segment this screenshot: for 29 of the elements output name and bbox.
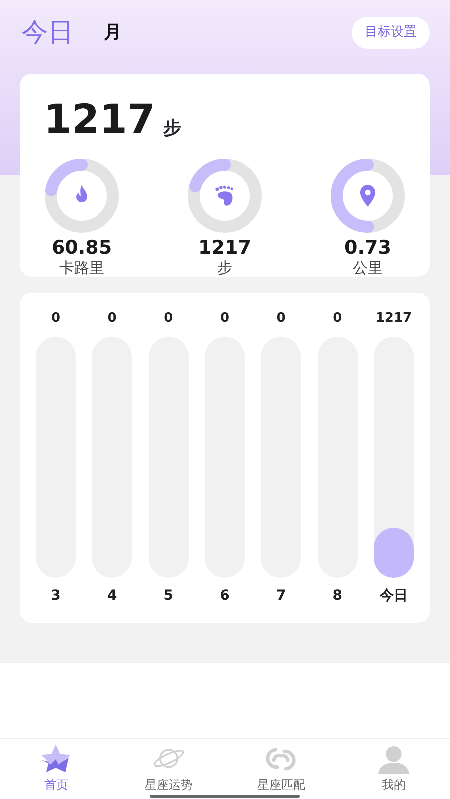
bar-value: 0 (220, 310, 230, 328)
stat-label: 卡路里 (60, 258, 104, 277)
nav-tab[interactable]: 星座运势 (112, 739, 225, 795)
date-tab[interactable]: 今日 (22, 20, 74, 46)
day-label: 3 (51, 587, 61, 606)
stat-value: 0.73 (344, 238, 392, 259)
nav-tab[interactable]: 我的 (338, 739, 450, 795)
step-count: 1217 (44, 96, 156, 145)
goal-settings-button[interactable]: 目标设置 (352, 17, 430, 49)
stat-label: 公里 (353, 258, 383, 277)
bar-value: 0 (333, 310, 342, 328)
date-tab[interactable]: 月 (104, 24, 122, 42)
day-label: 6 (220, 587, 230, 606)
step-unit: 步 (163, 117, 182, 141)
stat-label: 步 (218, 258, 232, 277)
day-label: 5 (164, 587, 174, 606)
bar-value: 0 (276, 310, 286, 328)
day-label: 7 (276, 587, 286, 606)
stat-value: 60.85 (52, 238, 112, 259)
stat-value: 1217 (198, 238, 252, 259)
day-label: 4 (107, 587, 118, 606)
bar-value: 0 (108, 310, 117, 328)
bar-value: 1217 (376, 310, 412, 328)
day-label: 8 (332, 587, 343, 606)
nav-tab[interactable]: 首页 (0, 739, 112, 795)
day-label: 今日 (380, 587, 408, 606)
bar-value: 0 (51, 310, 61, 328)
nav-tab[interactable]: 星座匹配 (225, 739, 338, 795)
bar-value: 0 (164, 310, 174, 328)
